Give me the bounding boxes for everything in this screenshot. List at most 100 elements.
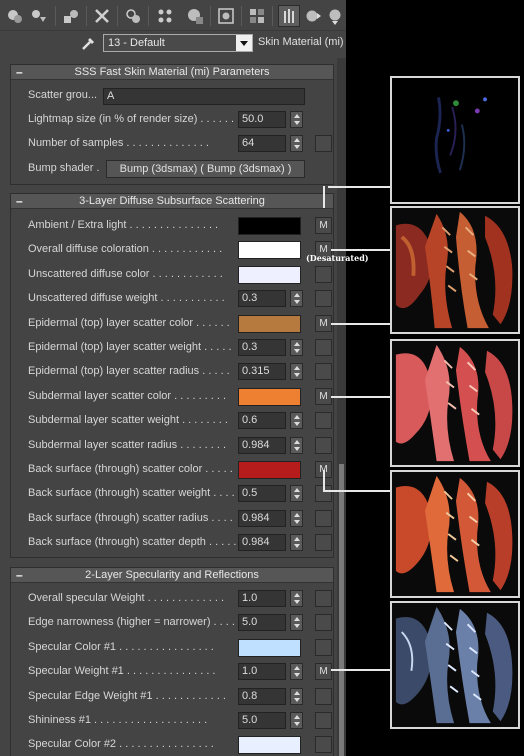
lightmap-size-spinner[interactable]	[290, 111, 303, 128]
material-name-dropdown[interactable]: 13 - Default	[103, 34, 253, 52]
diffuse-map-thumbnail	[390, 206, 520, 334]
sss-rollout-header[interactable]: – SSS Fast Skin Material (mi) Parameters	[11, 65, 333, 80]
connector-line	[331, 323, 390, 325]
specular-weight-1-spinner[interactable]	[290, 663, 303, 681]
overall-specular-weight-spinner[interactable]	[290, 590, 303, 607]
samples-spinner[interactable]	[290, 135, 303, 152]
put-to-library-icon[interactable]	[154, 5, 176, 27]
subdermal-layer-scatter-weight-label: Subdermal layer scatter weight . . . . .…	[28, 414, 228, 427]
specular-color-2-map-button[interactable]	[315, 736, 332, 754]
specular-edge-weight-1-map-button[interactable]	[315, 687, 332, 705]
back-surface-through-scatter-color-color-swatch[interactable]	[238, 461, 301, 479]
put-to-scene-icon[interactable]	[28, 5, 50, 27]
epidermal-top-layer-scatter-weight-input[interactable]: 0.3	[238, 339, 286, 356]
shininess-1-input[interactable]: 5.0	[238, 712, 286, 729]
specular-color-2-color-swatch[interactable]	[238, 736, 301, 755]
epidermal-top-layer-scatter-weight-map-button[interactable]	[315, 339, 332, 356]
assign-material-icon[interactable]	[60, 5, 82, 27]
subdermal-layer-scatter-radius-spinner[interactable]	[290, 436, 303, 454]
back-surface-through-scatter-weight-input[interactable]: 0.5	[238, 485, 286, 503]
back-surface-through-scatter-radius-map-button[interactable]	[315, 509, 332, 527]
unscattered-diffuse-weight-spinner[interactable]	[290, 290, 303, 308]
specular-edge-weight-1-spinner[interactable]	[290, 687, 303, 705]
material-editor-panel: 13 - Default Skin Material (mi) – SSS Fa…	[0, 0, 346, 756]
edge-narrowness-higher-narrower-label: Edge narrowness (higher = narrower) . . …	[28, 616, 235, 629]
specular-weight-1-map-button[interactable]: M	[315, 663, 332, 681]
reset-map-icon[interactable]	[91, 5, 113, 27]
make-unique-icon[interactable]	[122, 5, 144, 27]
shininess-1-spinner[interactable]	[290, 712, 303, 729]
epidermal-top-layer-scatter-radius-spinner[interactable]	[290, 363, 303, 381]
specular-weight-1-input[interactable]: 1.0	[238, 663, 286, 681]
back-surface-through-scatter-depth-input[interactable]: 0.984	[238, 534, 286, 552]
eyedropper-icon[interactable]	[80, 34, 98, 52]
subdermal-layer-scatter-radius-map-button[interactable]	[315, 436, 332, 454]
back-surface-through-scatter-depth-map-button[interactable]	[315, 534, 332, 552]
diffuse-rollout-header[interactable]: – 3-Layer Diffuse Subsurface Scattering	[11, 194, 333, 209]
edge-narrowness-higher-narrower-input[interactable]: 5.0	[238, 614, 286, 632]
connector-line	[323, 186, 325, 208]
back-surface-through-scatter-color-label: Back surface (through) scatter color . .…	[28, 463, 233, 475]
specular-color-1-color-swatch[interactable]	[238, 638, 301, 657]
ambient-extra-light-label: Ambient / Extra light . . . . . . . . . …	[28, 219, 219, 231]
edge-narrowness-higher-narrower-spinner[interactable]	[290, 614, 303, 632]
subdermal-layer-scatter-radius-input[interactable]: 0.984	[238, 436, 286, 454]
subdermal-layer-scatter-color-map-button[interactable]: M	[315, 387, 332, 405]
scatter-group-input[interactable]: A	[103, 88, 305, 105]
get-material-icon[interactable]	[4, 5, 26, 27]
go-to-parent-icon[interactable]	[278, 5, 300, 27]
overall-diffuse-coloration-label: Overall diffuse coloration . . . . . . .…	[28, 243, 223, 256]
material-name-value: 13 - Default	[108, 37, 165, 49]
material-map-navigator-icon[interactable]	[324, 5, 346, 27]
subdermal-layer-scatter-weight-map-button[interactable]	[315, 412, 332, 430]
shininess-1-map-button[interactable]	[315, 712, 332, 729]
specular-weight-1-label: Specular Weight #1 . . . . . . . . . . .…	[28, 665, 216, 678]
subdermal-layer-scatter-color-color-swatch[interactable]	[238, 387, 301, 406]
ambient-extra-light-map-button[interactable]: M	[315, 217, 332, 234]
unscattered-diffuse-weight-map-button[interactable]	[315, 290, 332, 308]
epidermal-top-layer-scatter-color-map-button[interactable]: M	[315, 314, 332, 332]
back-surface-through-scatter-radius-input[interactable]: 0.984	[238, 509, 286, 527]
epidermal-top-layer-scatter-radius-label: Epidermal (top) layer scatter radius . .…	[28, 365, 230, 378]
epidermal-top-layer-scatter-radius-input[interactable]: 0.315	[238, 363, 286, 381]
subdermal-layer-scatter-weight-spinner[interactable]	[290, 412, 303, 430]
overall-specular-weight-input[interactable]: 1.0	[238, 590, 286, 607]
unscattered-diffuse-color-map-button[interactable]	[315, 265, 332, 283]
subdermal-layer-scatter-weight-input[interactable]: 0.6	[238, 412, 286, 430]
samples-map-button[interactable]	[315, 135, 332, 152]
subdermal-map-thumbnail	[390, 470, 520, 598]
specular-color-2-label: Specular Color #2 . . . . . . . . . . . …	[28, 738, 214, 751]
overall-diffuse-coloration-color-swatch[interactable]	[238, 241, 301, 260]
unscattered-diffuse-color-label: Unscattered diffuse color . . . . . . . …	[28, 267, 223, 280]
specular-rollout-header[interactable]: – 2-Layer Specularity and Reflections	[11, 568, 333, 583]
chevron-down-icon[interactable]	[236, 35, 252, 51]
back-surface-through-scatter-depth-spinner[interactable]	[290, 534, 303, 552]
specular-map-thumbnail	[390, 601, 520, 729]
show-end-result-icon[interactable]	[246, 5, 268, 27]
overall-specular-weight-map-button[interactable]	[315, 590, 332, 607]
epidermal-top-layer-scatter-weight-label: Epidermal (top) layer scatter weight . .…	[28, 341, 232, 353]
show-map-in-viewport-icon[interactable]	[215, 5, 237, 27]
epidermal-top-layer-scatter-radius-map-button[interactable]	[315, 363, 332, 381]
epidermal-top-layer-scatter-color-color-swatch[interactable]	[238, 314, 301, 333]
edge-narrowness-higher-narrower-map-button[interactable]	[315, 614, 332, 632]
connector-line	[331, 249, 390, 251]
specular-color-1-map-button[interactable]	[315, 638, 332, 656]
samples-input[interactable]: 64	[238, 135, 286, 152]
epidermal-top-layer-scatter-weight-spinner[interactable]	[290, 339, 303, 356]
overall-specular-weight-label: Overall specular Weight . . . . . . . . …	[28, 592, 225, 604]
shininess-1-label: Shininess #1 . . . . . . . . . . . . . .…	[28, 714, 208, 726]
material-type-button[interactable]: Skin Material (mi)	[258, 36, 344, 48]
go-forward-to-sibling-icon[interactable]	[302, 5, 324, 27]
specular-edge-weight-1-input[interactable]: 0.8	[238, 687, 286, 705]
unscattered-diffuse-weight-input[interactable]: 0.3	[238, 290, 286, 308]
ambient-extra-light-color-swatch[interactable]	[238, 217, 301, 235]
back-surface-through-scatter-weight-spinner[interactable]	[290, 485, 303, 503]
lightmap-size-input[interactable]: 50.0	[238, 111, 286, 128]
unscattered-diffuse-color-color-swatch[interactable]	[238, 265, 301, 284]
scrollbar-thumb[interactable]	[339, 464, 344, 756]
material-id-channel-icon[interactable]	[184, 5, 206, 27]
back-surface-through-scatter-radius-spinner[interactable]	[290, 509, 303, 527]
sss-parameters-rollout: – SSS Fast Skin Material (mi) Parameters…	[10, 64, 334, 185]
bump-shader-button[interactable]: Bump (3dsmax) ( Bump (3dsmax) )	[106, 160, 305, 178]
